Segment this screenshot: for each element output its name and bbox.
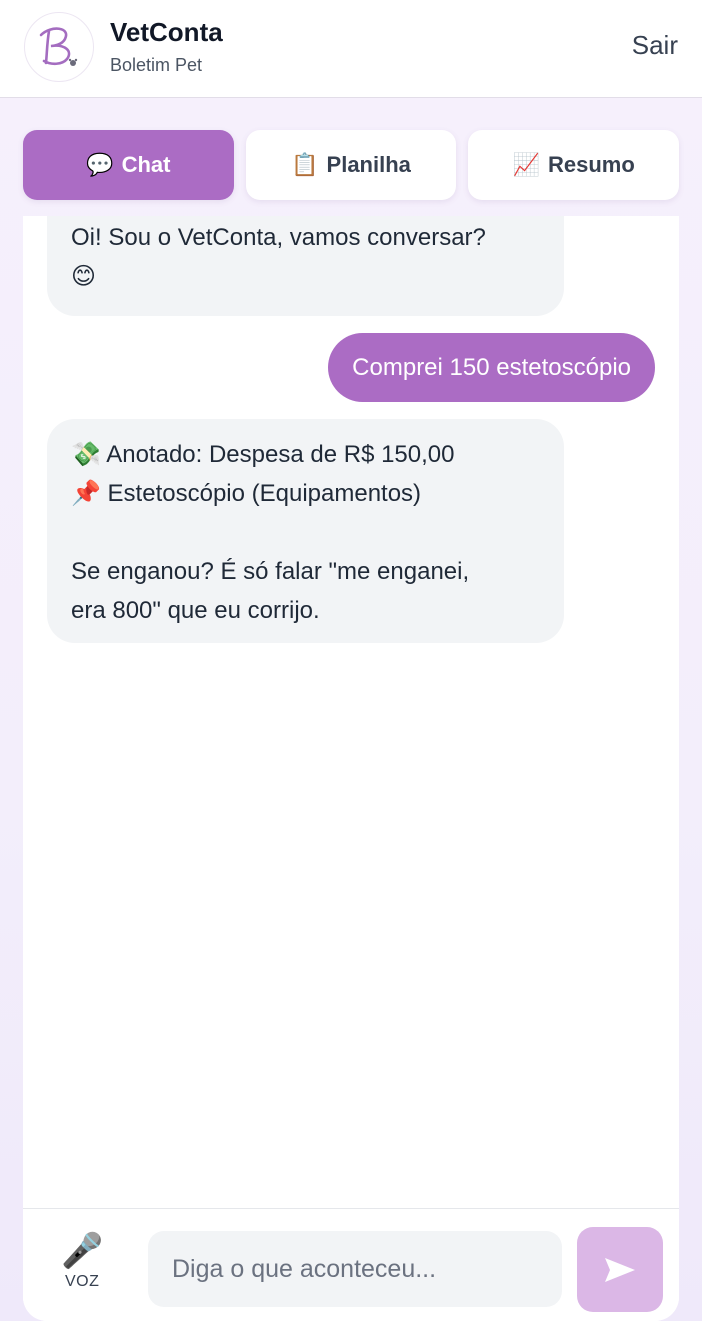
- smile-emoji-icon: 😊: [71, 263, 97, 290]
- voice-button[interactable]: 🎤 VOZ: [61, 1231, 103, 1291]
- app-header: VetConta Boletim Pet Sair: [0, 0, 702, 98]
- bot-message: Oi! Sou o VetConta, vamos conversar? 😊: [47, 216, 564, 316]
- message-line: [71, 513, 540, 552]
- tab-resumo[interactable]: 📈 Resumo: [468, 130, 680, 200]
- message-line: Se enganou? É só falar "me enganei,: [71, 558, 470, 585]
- voice-label: VOZ: [64, 1273, 100, 1290]
- logo-b-icon: [39, 27, 78, 66]
- tab-planilha[interactable]: 📋 Planilha: [245, 130, 457, 200]
- message-line: Oi! Sou o VetConta, vamos conversar?: [71, 224, 486, 251]
- clipboard-icon: 📋: [291, 152, 319, 177]
- chart-up-icon: 📈: [512, 152, 540, 177]
- brand-subtitle: Boletim Pet: [110, 55, 203, 75]
- message-composer: 🎤 VOZ: [23, 1208, 679, 1321]
- tab-label: Chat: [121, 152, 171, 177]
- chat-bubble-icon: 💬: [86, 152, 114, 177]
- bot-message: 💸 Anotado: Despesa de R$ 150,00 📌 Esteto…: [47, 419, 564, 643]
- chat-panel: Oi! Sou o VetConta, vamos conversar? 😊 C…: [23, 216, 679, 1321]
- message-list[interactable]: Oi! Sou o VetConta, vamos conversar? 😊 C…: [23, 216, 679, 1208]
- tab-label: Resumo: [547, 152, 635, 177]
- message-input[interactable]: [148, 1231, 562, 1307]
- tab-bar: 💬 Chat 📋 Planilha 📈 Resumo: [23, 130, 680, 200]
- user-message: Comprei 150 estetoscópio: [328, 333, 655, 402]
- tab-chat[interactable]: 💬 Chat: [23, 130, 234, 200]
- app-logo: [24, 12, 94, 82]
- message-line: era 800" que eu corrijo.: [71, 597, 320, 624]
- logout-button[interactable]: Sair: [632, 28, 678, 62]
- send-button[interactable]: [577, 1227, 663, 1312]
- microphone-icon: 🎤: [61, 1232, 104, 1270]
- message-line: 💸 Anotado: Despesa de R$ 150,00: [71, 441, 455, 468]
- brand-title: VetConta: [110, 17, 223, 47]
- send-arrow-icon: [605, 1257, 635, 1282]
- message-line: 📌 Estetoscópio (Equipamentos): [71, 480, 422, 507]
- tab-label: Planilha: [326, 152, 411, 177]
